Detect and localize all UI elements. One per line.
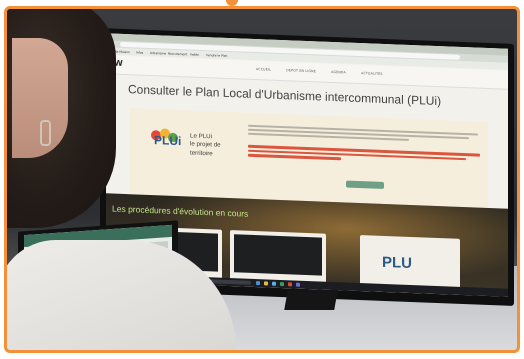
consult-button[interactable] <box>346 180 384 189</box>
app-icon[interactable] <box>288 282 292 287</box>
app-icon[interactable] <box>280 281 284 287</box>
nav-item-accueil[interactable]: ACCUEIL <box>256 67 271 72</box>
photo-frame: Ma Maison Infos Urbanisme Recrutement Va… <box>0 0 524 359</box>
bookmark-item[interactable]: Infos <box>136 50 143 54</box>
plu-thumb-logo: PLU <box>382 253 412 273</box>
nav-item-actualites[interactable]: ACTUALITES <box>361 71 383 76</box>
nav-item-agenda[interactable]: AGENDA <box>331 70 346 75</box>
bookmark-item[interactable]: Recrutement <box>168 52 187 57</box>
frame-top-tab <box>226 0 238 6</box>
page-title: Consulter le Plan Local d'Urbanisme inte… <box>128 82 442 109</box>
alert-notice <box>248 143 480 168</box>
earring <box>40 120 51 146</box>
plui-card-subtitle: Le PLUi le projet de territoire <box>190 132 221 158</box>
bookmark-item[interactable]: Vallée <box>190 53 199 57</box>
bookmark-item[interactable]: Urbanisme <box>150 51 166 56</box>
site-logo[interactable]: W <box>114 59 134 71</box>
nav-item-depot[interactable]: DEPOT EN LIGNE <box>286 68 316 73</box>
plui-info-card: PLUi Le PLUi le projet de territoire <box>130 108 488 208</box>
photograph: Ma Maison Infos Urbanisme Recrutement Va… <box>6 8 518 351</box>
plui-logo-label: PLUi <box>154 133 182 149</box>
browser-icon[interactable] <box>272 281 276 286</box>
bookmark-item[interactable]: Ma Maison <box>114 50 130 55</box>
app-icon[interactable] <box>256 281 260 286</box>
bookmark-item[interactable]: Vendre le Plan <box>206 53 227 58</box>
monitor-stand <box>284 290 338 310</box>
site-nav: ACCUEIL DEPOT EN LIGNE AGENDA ACTUALITES <box>256 67 397 76</box>
app-icon[interactable] <box>296 282 300 287</box>
folder-icon[interactable] <box>264 281 268 286</box>
